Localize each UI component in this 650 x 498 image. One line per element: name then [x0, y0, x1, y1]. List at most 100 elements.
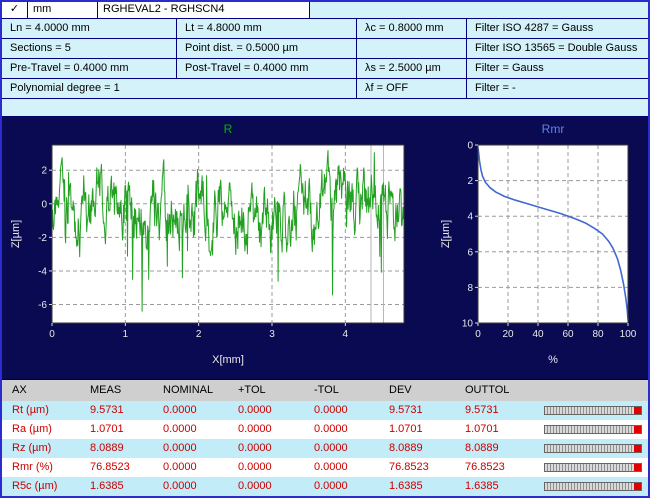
cell-meas: 1.6385	[80, 477, 153, 496]
cell-ntol: 0.0000	[304, 458, 379, 477]
results-header-row: AX MEAS NOMINAL +TOL -TOL DEV OUTTOL	[2, 380, 648, 401]
rmr-chart-title: Rmr	[464, 119, 642, 139]
cell-dev: 1.0701	[379, 420, 455, 439]
cell-ptol: 0.0000	[228, 420, 304, 439]
cell-dev: 9.5731	[379, 401, 455, 420]
profile-yaxis-label: Z[µm]	[10, 220, 22, 248]
svg-text:4: 4	[467, 212, 473, 223]
param-filter-iso-4287: Filter ISO 4287 = Gauss	[467, 19, 648, 39]
param-lambda-c: λc = 0.8000 mm	[357, 19, 467, 39]
param-lambda-s: λs = 2.5000 µm	[357, 59, 467, 79]
cell-outtol: 1.0701	[455, 420, 533, 439]
cell-outtol: 76.8523	[455, 458, 533, 477]
cell-dev: 8.0889	[379, 439, 455, 458]
svg-text:10: 10	[462, 319, 474, 330]
cell-tolbar	[533, 439, 648, 458]
svg-text:4: 4	[343, 329, 349, 340]
results-table: AX MEAS NOMINAL +TOL -TOL DEV OUTTOL Rt …	[2, 380, 648, 496]
param-filter-gauss: Filter = Gauss	[467, 59, 648, 79]
param-empty-cell	[357, 39, 467, 59]
cell-outtol: 9.5731	[455, 401, 533, 420]
header-ptol: +TOL	[228, 380, 304, 401]
cell-nominal: 0.0000	[153, 439, 228, 458]
result-row-r5c[interactable]: R5c (µm) 1.6385 0.0000 0.0000 0.0000 1.6…	[2, 477, 648, 496]
svg-text:40: 40	[532, 329, 544, 340]
profile-plot[interactable]: 0123420-2-4-6	[6, 139, 414, 349]
svg-text:80: 80	[592, 329, 604, 340]
cell-ntol: 0.0000	[304, 420, 379, 439]
cell-ntol: 0.0000	[304, 477, 379, 496]
header-outtol: OUTTOL	[455, 380, 533, 401]
svg-text:2: 2	[41, 166, 47, 177]
param-pre-travel: Pre-Travel = 0.4000 mm	[2, 59, 177, 79]
svg-text:1: 1	[123, 329, 129, 340]
tolerance-bar	[544, 444, 642, 453]
cell-ptol: 0.0000	[228, 458, 304, 477]
svg-text:60: 60	[562, 329, 574, 340]
svg-text:3: 3	[269, 329, 275, 340]
header-nominal: NOMINAL	[153, 380, 228, 401]
cell-meas: 1.0701	[80, 420, 153, 439]
profile-chart-title: R	[42, 119, 414, 139]
cell-nominal: 0.0000	[153, 477, 228, 496]
result-row-rz[interactable]: Rz (µm) 8.0889 0.0000 0.0000 0.0000 8.08…	[2, 439, 648, 458]
svg-text:-6: -6	[38, 300, 47, 311]
tolerance-marker-red	[634, 483, 641, 490]
tolerance-marker-red	[634, 426, 641, 433]
param-filter-iso-13565: Filter ISO 13565 = Double Gauss	[467, 39, 648, 59]
rmr-plot[interactable]: 0204060801000246810	[438, 139, 642, 349]
param-lambda-f: λf = OFF	[357, 79, 467, 99]
result-row-rmr[interactable]: Rmr (%) 76.8523 0.0000 0.0000 0.0000 76.…	[2, 458, 648, 477]
profile-chart: R 0123420-2-4-6 X[mm] Z[µm]	[6, 119, 414, 368]
toolbar-row: ✓ mm RGHEVAL2 - RGHSCN4	[2, 2, 648, 19]
cell-meas: 8.0889	[80, 439, 153, 458]
cell-ax: Rt (µm)	[2, 401, 80, 420]
param-sections: Sections = 5	[2, 39, 177, 59]
cell-nominal: 0.0000	[153, 401, 228, 420]
header-ntol: -TOL	[304, 380, 379, 401]
tolerance-marker-red	[634, 464, 641, 471]
cell-nominal: 0.0000	[153, 458, 228, 477]
profile-xaxis-label: X[mm]	[42, 354, 414, 368]
param-lt: Lt = 4.8000 mm	[177, 19, 357, 39]
svg-text:0: 0	[475, 329, 481, 340]
tolerance-bar	[544, 425, 642, 434]
cell-ax: Rmr (%)	[2, 458, 80, 477]
param-filter-dash: Filter = -	[467, 79, 648, 99]
header-ax: AX	[2, 380, 80, 401]
param-post-travel: Post-Travel = 0.4000 mm	[177, 59, 357, 79]
cell-tolbar	[533, 458, 648, 477]
cell-meas: 76.8523	[80, 458, 153, 477]
scan-title-field[interactable]: RGHEVAL2 - RGHSCN4	[98, 2, 310, 18]
cell-ntol: 0.0000	[304, 401, 379, 420]
cell-nominal: 0.0000	[153, 420, 228, 439]
cell-ax: Rz (µm)	[2, 439, 80, 458]
app-window: ✓ mm RGHEVAL2 - RGHSCN4 Ln = 4.0000 mm L…	[0, 0, 650, 498]
unit-field[interactable]: mm	[28, 2, 98, 18]
svg-text:-4: -4	[38, 266, 47, 277]
param-ln: Ln = 4.0000 mm	[2, 19, 177, 39]
cell-ax: Ra (µm)	[2, 420, 80, 439]
svg-text:-2: -2	[38, 233, 47, 244]
param-polynomial-degree: Polynomial degree = 1	[2, 79, 357, 99]
cell-ptol: 0.0000	[228, 477, 304, 496]
svg-text:0: 0	[41, 199, 47, 210]
tolerance-bar	[544, 482, 642, 491]
svg-text:8: 8	[467, 283, 473, 294]
cell-ptol: 0.0000	[228, 401, 304, 420]
cell-dev: 76.8523	[379, 458, 455, 477]
rmr-xaxis-label: %	[464, 354, 642, 368]
svg-text:0: 0	[467, 141, 473, 152]
svg-text:20: 20	[502, 329, 514, 340]
tolerance-bar	[544, 406, 642, 415]
result-row-rt[interactable]: Rt (µm) 9.5731 0.0000 0.0000 0.0000 9.57…	[2, 401, 648, 420]
rmr-chart: Rmr 0204060801000246810 % Z[µm]	[438, 119, 642, 368]
tolerance-bar	[544, 463, 642, 472]
tolerance-marker-red	[634, 445, 641, 452]
cell-outtol: 8.0889	[455, 439, 533, 458]
result-row-ra[interactable]: Ra (µm) 1.0701 0.0000 0.0000 0.0000 1.07…	[2, 420, 648, 439]
cell-meas: 9.5731	[80, 401, 153, 420]
confirm-check-button[interactable]: ✓	[2, 2, 28, 18]
parameter-panel: ✓ mm RGHEVAL2 - RGHSCN4 Ln = 4.0000 mm L…	[2, 2, 648, 117]
toolbar-spacer	[310, 2, 648, 18]
